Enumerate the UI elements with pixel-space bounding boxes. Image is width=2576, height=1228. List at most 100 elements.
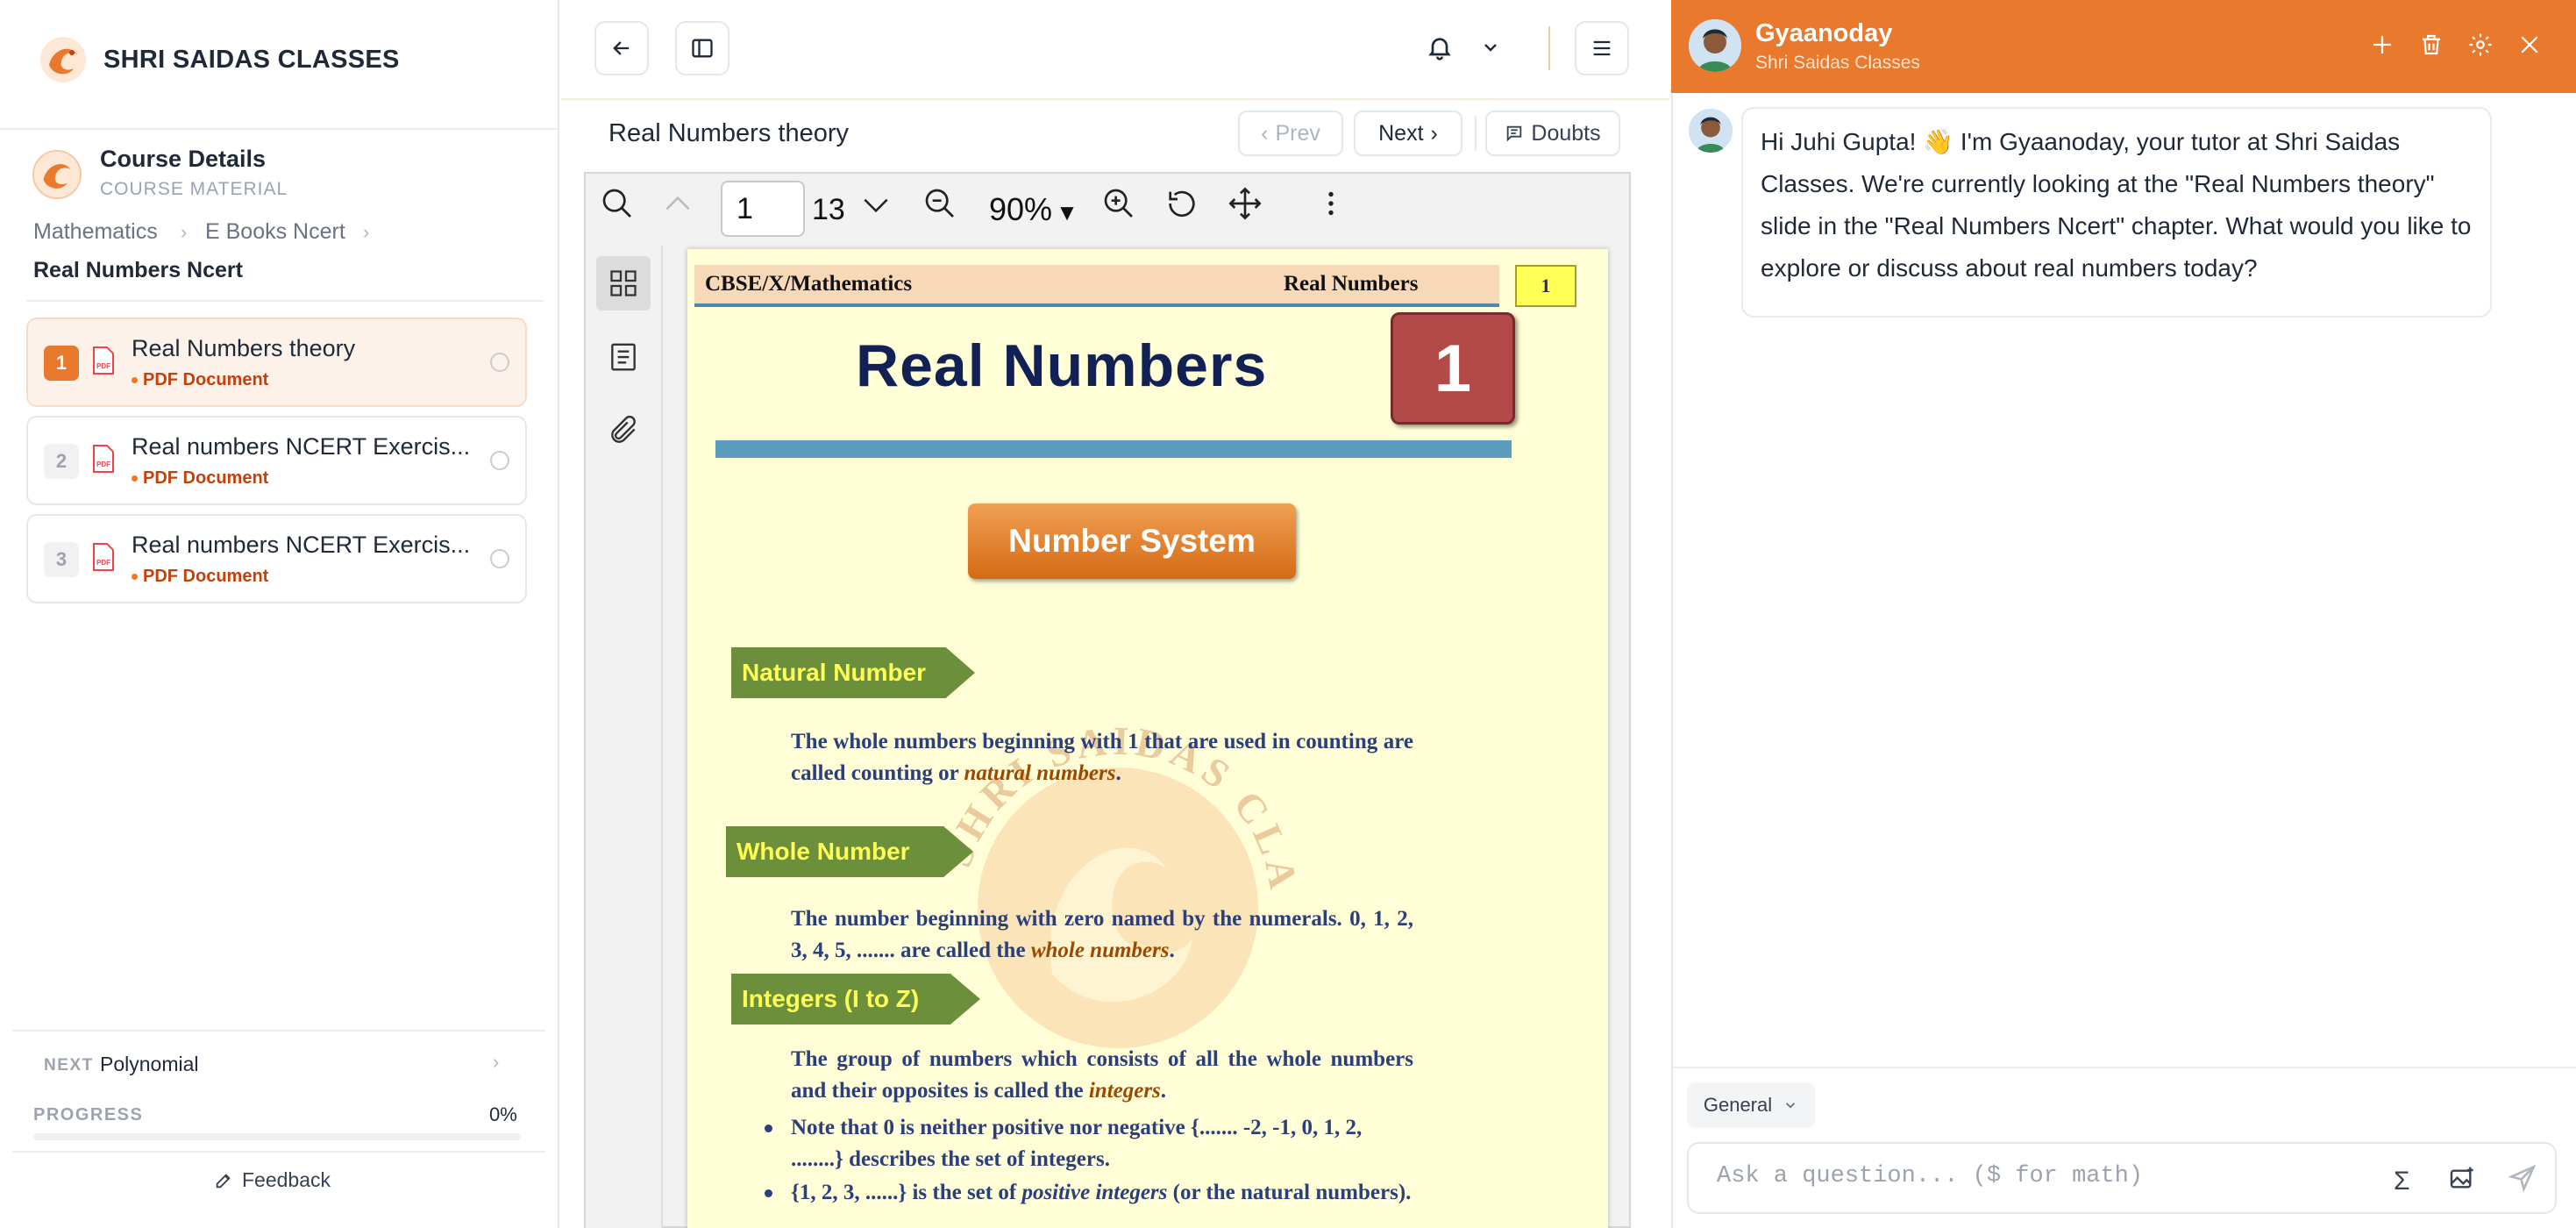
mode-value: General — [1703, 1094, 1773, 1116]
paperclip-icon[interactable] — [607, 414, 640, 447]
pdf-icon: PDF — [91, 346, 116, 375]
divider — [1673, 1067, 2576, 1068]
toggle-sidebar-button[interactable] — [675, 21, 729, 75]
item-number: 1 — [44, 346, 79, 381]
item-type: PDF Document — [132, 370, 268, 390]
progress-label: PROGRESS — [33, 1105, 144, 1124]
zoom-select[interactable]: 90% ▼ — [989, 191, 1078, 228]
prev-label: Prev — [1275, 120, 1320, 146]
pan-icon[interactable] — [1228, 186, 1263, 221]
title-underline-bar — [715, 440, 1512, 458]
chevron-right-icon: › — [181, 221, 188, 243]
breadcrumb-ebooks[interactable]: E Books Ncert — [205, 219, 345, 245]
paragraph: The group of numbers which consists of a… — [791, 1047, 1413, 1103]
chevron-left-icon: ‹ — [1261, 120, 1269, 146]
question-placeholder: Ask a question... ($ for math) — [1717, 1163, 2144, 1189]
chevron-right-icon: › — [1430, 120, 1438, 146]
divider — [1475, 116, 1477, 151]
next-button[interactable]: Next › — [1354, 111, 1462, 156]
completion-radio[interactable] — [490, 451, 509, 470]
divider — [0, 128, 558, 130]
divider — [26, 300, 544, 302]
progress-value: 0% — [489, 1103, 517, 1125]
zoom-value: 90% — [989, 191, 1053, 227]
svg-text:PDF: PDF — [96, 559, 110, 567]
item-type: PDF Document — [132, 468, 268, 489]
sidebar-panel-icon — [690, 36, 715, 61]
bullet-item: Note that 0 is neither positive nor nega… — [765, 1112, 1413, 1175]
course-logo — [32, 149, 82, 200]
chevron-down-icon[interactable] — [859, 191, 893, 219]
divider — [1548, 26, 1550, 70]
more-vertical-icon[interactable] — [1315, 186, 1347, 221]
svg-text:PDF: PDF — [96, 362, 110, 370]
next-lesson-link[interactable]: Polynomial — [100, 1053, 199, 1076]
feedback-button[interactable]: Feedback — [214, 1168, 331, 1192]
tutor-name: Gyaanoday — [1755, 19, 1893, 47]
section-heading: Number System — [968, 503, 1296, 579]
progress-bar — [33, 1133, 521, 1140]
item-number: 2 — [44, 444, 79, 479]
page-title: Real Numbers — [856, 332, 1268, 399]
chevron-down-icon — [1783, 1097, 1798, 1113]
page-header-right: Real Numbers — [1284, 272, 1419, 296]
hamburger-icon — [1590, 36, 1614, 61]
list-item[interactable]: 2 PDF Real numbers NCERT Exercis... PDF … — [26, 416, 527, 505]
mode-select[interactable]: General — [1687, 1082, 1815, 1128]
completion-radio[interactable] — [490, 549, 509, 568]
zoom-out-icon[interactable] — [922, 186, 957, 221]
brand-name[interactable]: SHRI SAIDAS CLASSES — [103, 46, 400, 75]
rotate-icon[interactable] — [1164, 186, 1199, 221]
bullet-item: {1, 2, 3, ......} is the set of positive… — [765, 1177, 1413, 1209]
chevron-down-icon[interactable] — [1480, 37, 1501, 58]
chevron-up-icon[interactable] — [661, 189, 694, 218]
search-icon[interactable] — [600, 186, 635, 221]
outline-icon[interactable] — [607, 340, 640, 374]
avatar — [1689, 19, 1741, 72]
bell-icon[interactable] — [1426, 33, 1454, 61]
paragraph: The whole numbers beginning with 1 that … — [791, 730, 1413, 785]
brand-logo[interactable] — [37, 33, 89, 86]
chevron-right-icon[interactable]: › — [493, 1051, 499, 1074]
doubts-label: Doubts — [1531, 120, 1601, 146]
page-number-input[interactable]: 1 — [721, 181, 805, 237]
item-title: Real Numbers theory — [132, 335, 356, 361]
item-number: 3 — [44, 542, 79, 577]
topic-tag: Whole Number — [726, 826, 973, 877]
zoom-in-icon[interactable] — [1101, 186, 1136, 221]
document-title: Real Numbers theory — [608, 119, 849, 147]
plus-icon[interactable] — [2369, 32, 2395, 58]
list-item[interactable]: 1 PDF Real Numbers theory PDF Document — [26, 318, 527, 407]
send-icon[interactable] — [2508, 1163, 2537, 1193]
gear-icon[interactable] — [2467, 32, 2494, 58]
arrow-left-icon — [609, 36, 634, 61]
chat-message: Hi Juhi Gupta! 👋 I'm Gyaanoday, your tut… — [1741, 107, 2492, 318]
prev-button[interactable]: ‹ Prev — [1238, 111, 1343, 156]
divider — [561, 98, 1669, 100]
topic-tag: Natural Number — [731, 647, 975, 698]
completion-radio[interactable] — [490, 353, 509, 372]
menu-button[interactable] — [1575, 21, 1629, 75]
close-icon[interactable] — [2516, 32, 2543, 58]
thumbnails-button[interactable] — [596, 256, 651, 311]
course-material-label: COURSE MATERIAL — [100, 179, 288, 199]
doubts-button[interactable]: Doubts — [1485, 111, 1620, 156]
list-item[interactable]: 3 PDF Real numbers NCERT Exercis... PDF … — [26, 514, 527, 603]
paragraph: The number beginning with zero named by … — [791, 907, 1413, 962]
svg-text:PDF: PDF — [96, 460, 110, 468]
next-label: NEXT — [44, 1056, 94, 1074]
item-title: Real numbers NCERT Exercis... — [132, 433, 471, 460]
caret-down-icon: ▼ — [1056, 199, 1078, 225]
page-total: 13 — [812, 193, 845, 226]
chevron-right-icon: › — [363, 221, 370, 243]
divider — [12, 1151, 545, 1153]
item-type: PDF Document — [132, 567, 268, 587]
divider — [12, 1030, 545, 1032]
sigma-icon[interactable]: Σ — [2394, 1167, 2410, 1196]
breadcrumb-mathematics[interactable]: Mathematics — [33, 219, 158, 245]
image-upload-icon[interactable] — [2448, 1165, 2476, 1193]
trash-icon[interactable] — [2418, 32, 2444, 58]
tutor-subtitle: Shri Saidas Classes — [1755, 53, 1920, 73]
topic-tag: Integers (I to Z) — [731, 974, 980, 1025]
back-button[interactable] — [594, 21, 649, 75]
